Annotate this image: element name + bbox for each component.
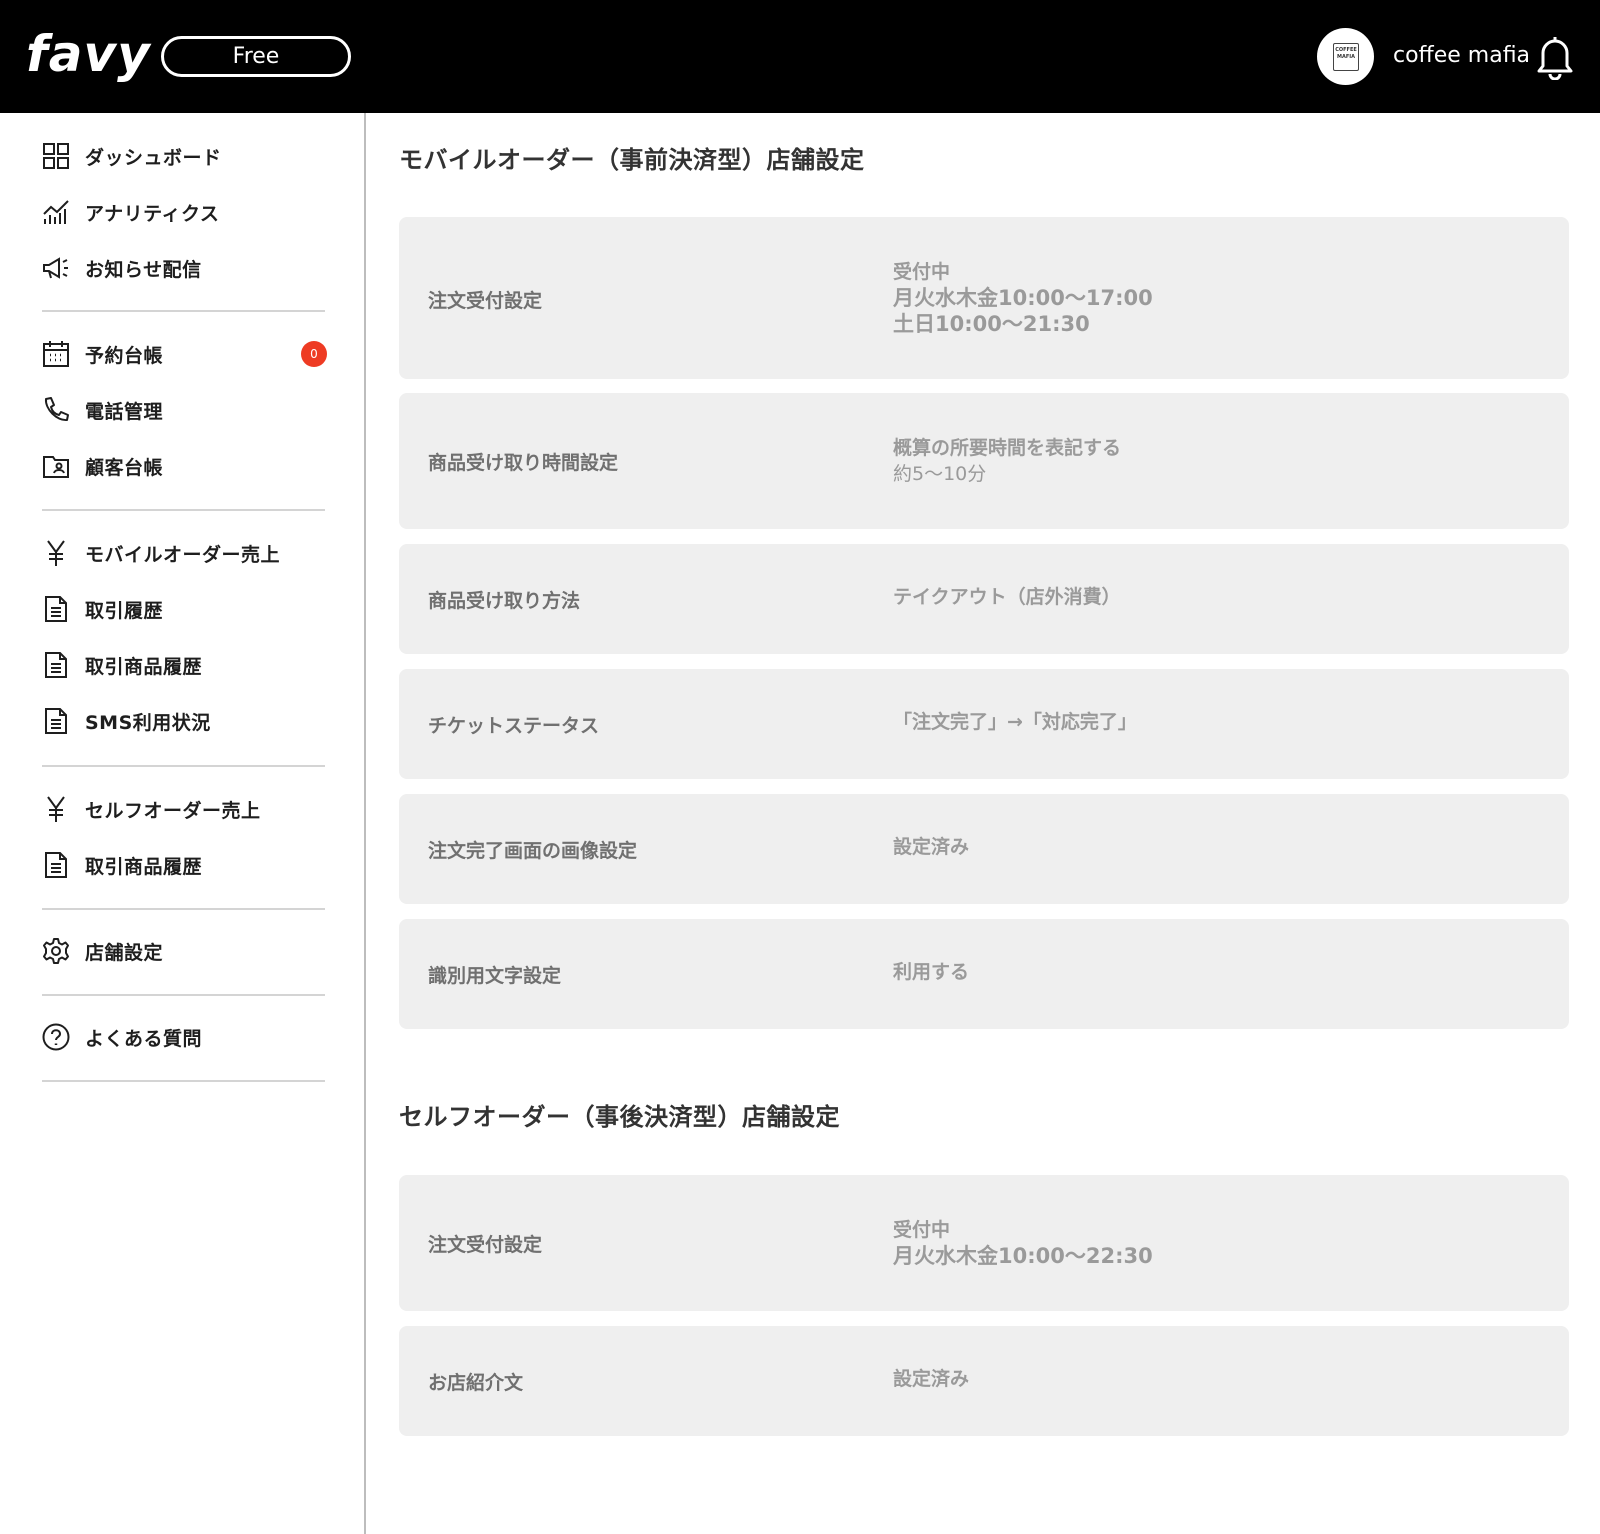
setting-value-line: テイクアウト（店外消費） — [893, 586, 1121, 608]
setting-value: 受付中 月火水木金10:00〜17:00 土日10:00〜21:30 — [893, 259, 1153, 337]
megaphone-icon — [42, 254, 70, 282]
sidebar-divider — [42, 908, 325, 910]
sidebar-item-phone[interactable]: 電話管理 — [42, 393, 327, 427]
sidebar-item-label: 取引商品履歴 — [85, 855, 203, 878]
calendar-icon — [42, 340, 70, 368]
setting-value: 設定済み — [893, 834, 969, 860]
setting-store-introduction[interactable]: お店紹介文 設定済み — [399, 1326, 1569, 1436]
document-icon — [42, 595, 70, 623]
sidebar-divider — [42, 994, 325, 996]
sidebar-item-sms-usage[interactable]: SMS利用状況 — [42, 704, 327, 738]
sidebar-item-label: 予約台帳 — [85, 344, 164, 367]
sidebar-item-announcements[interactable]: お知らせ配信 — [42, 251, 327, 285]
setting-value: 利用する — [893, 959, 969, 985]
sidebar-item-label: よくある質問 — [85, 1027, 203, 1050]
setting-pickup-method[interactable]: 商品受け取り方法 テイクアウト（店外消費） — [399, 544, 1569, 654]
setting-completion-image[interactable]: 注文完了画面の画像設定 設定済み — [399, 794, 1569, 904]
setting-value-line: 月火水木金10:00〜17:00 — [893, 286, 1153, 310]
setting-value-line: 土日10:00〜21:30 — [893, 312, 1090, 336]
sidebar-item-store-settings[interactable]: 店舗設定 — [42, 934, 327, 968]
store-name[interactable]: coffee mafia — [1393, 40, 1530, 72]
sidebar-item-analytics[interactable]: アナリティクス — [42, 195, 327, 229]
setting-identifier-char[interactable]: 識別用文字設定 利用する — [399, 919, 1569, 1029]
setting-value-line: 利用する — [893, 961, 970, 983]
setting-self-order-acceptance[interactable]: 注文受付設定 受付中 月火水木金10:00〜22:30 — [399, 1175, 1569, 1311]
reservation-count-badge: 0 — [301, 341, 327, 367]
sidebar-divider — [42, 1080, 325, 1082]
phone-icon — [42, 396, 70, 424]
sidebar-item-reservations[interactable]: 予約台帳 0 — [42, 337, 327, 371]
self-order-section-title: セルフオーダー（事後決済型）店舗設定 — [399, 1103, 840, 1131]
yen-icon — [42, 795, 70, 823]
setting-value-line: 受付中 — [893, 261, 951, 283]
setting-ticket-status[interactable]: チケットステータス 「注文完了」→「対応完了」 — [399, 669, 1569, 779]
setting-label: 識別用文字設定 — [428, 965, 562, 987]
bell-icon[interactable] — [1535, 34, 1575, 81]
setting-value: テイクアウト（店外消費） — [893, 584, 1121, 610]
sidebar-item-transaction-history[interactable]: 取引履歴 — [42, 592, 327, 626]
sidebar-item-label: 取引履歴 — [85, 599, 164, 622]
store-avatar-logo: COFFEE MAFIA — [1333, 43, 1359, 71]
sidebar-item-label: SMS利用状況 — [85, 711, 211, 734]
sidebar-item-label: セルフオーダー売上 — [85, 799, 261, 822]
sidebar-item-dashboard[interactable]: ダッシュボード — [42, 139, 327, 173]
document-icon — [42, 851, 70, 879]
setting-order-acceptance[interactable]: 注文受付設定 受付中 月火水木金10:00〜17:00 土日10:00〜21:3… — [399, 217, 1569, 379]
analytics-icon — [42, 198, 70, 226]
sidebar-item-label: お知らせ配信 — [85, 258, 202, 281]
sidebar-divider — [42, 310, 325, 312]
setting-value-line: 「注文完了」→「対応完了」 — [893, 711, 1137, 733]
help-icon — [42, 1023, 70, 1051]
mobile-order-section-title: モバイルオーダー（事前決済型）店舗設定 — [399, 146, 865, 174]
sidebar-item-label: 電話管理 — [85, 400, 164, 423]
sidebar-item-label: アナリティクス — [85, 202, 220, 225]
plan-badge[interactable]: Free — [161, 36, 351, 77]
sidebar-item-self-order-sales[interactable]: セルフオーダー売上 — [42, 792, 327, 826]
sidebar-item-faq[interactable]: よくある質問 — [42, 1020, 327, 1054]
setting-label: 商品受け取り方法 — [428, 590, 581, 612]
gear-icon — [42, 937, 70, 965]
setting-label: 注文受付設定 — [428, 1234, 543, 1256]
setting-value-line: 約5〜10分 — [893, 463, 987, 485]
setting-value-line: 設定済み — [893, 836, 970, 858]
top-bar: favy Free COFFEE MAFIA coffee mafia — [0, 0, 1600, 113]
setting-value-line: 受付中 — [893, 1219, 951, 1241]
setting-value: 概算の所要時間を表記する 約5〜10分 — [893, 435, 1121, 487]
sidebar-item-label: 店舗設定 — [85, 941, 164, 964]
setting-label: 注文完了画面の画像設定 — [428, 840, 638, 862]
sidebar-item-mobile-order-sales[interactable]: モバイルオーダー売上 — [42, 536, 327, 570]
sidebar-divider — [42, 509, 325, 511]
setting-value: 「注文完了」→「対応完了」 — [893, 709, 1137, 735]
setting-label: 注文受付設定 — [428, 290, 543, 312]
document-icon — [42, 651, 70, 679]
sidebar-item-label: 顧客台帳 — [85, 456, 164, 479]
setting-value-line: 概算の所要時間を表記する — [893, 437, 1122, 459]
setting-label: 商品受け取り時間設定 — [428, 452, 619, 474]
sidebar-item-label: モバイルオーダー売上 — [85, 543, 281, 566]
sidebar-item-label: ダッシュボード — [85, 146, 222, 169]
setting-value-line: 設定済み — [893, 1368, 970, 1390]
sidebar-item-customers[interactable]: 顧客台帳 — [42, 449, 327, 483]
store-avatar[interactable]: COFFEE MAFIA — [1317, 28, 1374, 85]
sidebar-divider — [42, 765, 325, 767]
yen-icon — [42, 539, 70, 567]
grid-icon — [42, 142, 70, 170]
sidebar: ダッシュボード アナリティクス お知らせ配信 予約台帳 0 電話管理 顧客台帳 — [0, 113, 366, 1534]
setting-label: チケットステータス — [428, 715, 600, 737]
document-icon — [42, 707, 70, 735]
sidebar-item-product-history[interactable]: 取引商品履歴 — [42, 648, 327, 682]
favy-logo[interactable]: favy — [26, 22, 151, 86]
setting-pickup-time[interactable]: 商品受け取り時間設定 概算の所要時間を表記する 約5〜10分 — [399, 393, 1569, 529]
setting-label: お店紹介文 — [428, 1372, 524, 1394]
sidebar-item-label: 取引商品履歴 — [85, 655, 203, 678]
customer-folder-icon — [42, 452, 70, 480]
setting-value: 受付中 月火水木金10:00〜22:30 — [893, 1217, 1153, 1269]
sidebar-item-self-product-history[interactable]: 取引商品履歴 — [42, 848, 327, 882]
setting-value: 設定済み — [893, 1366, 969, 1392]
setting-value-line: 月火水木金10:00〜22:30 — [893, 1244, 1153, 1268]
